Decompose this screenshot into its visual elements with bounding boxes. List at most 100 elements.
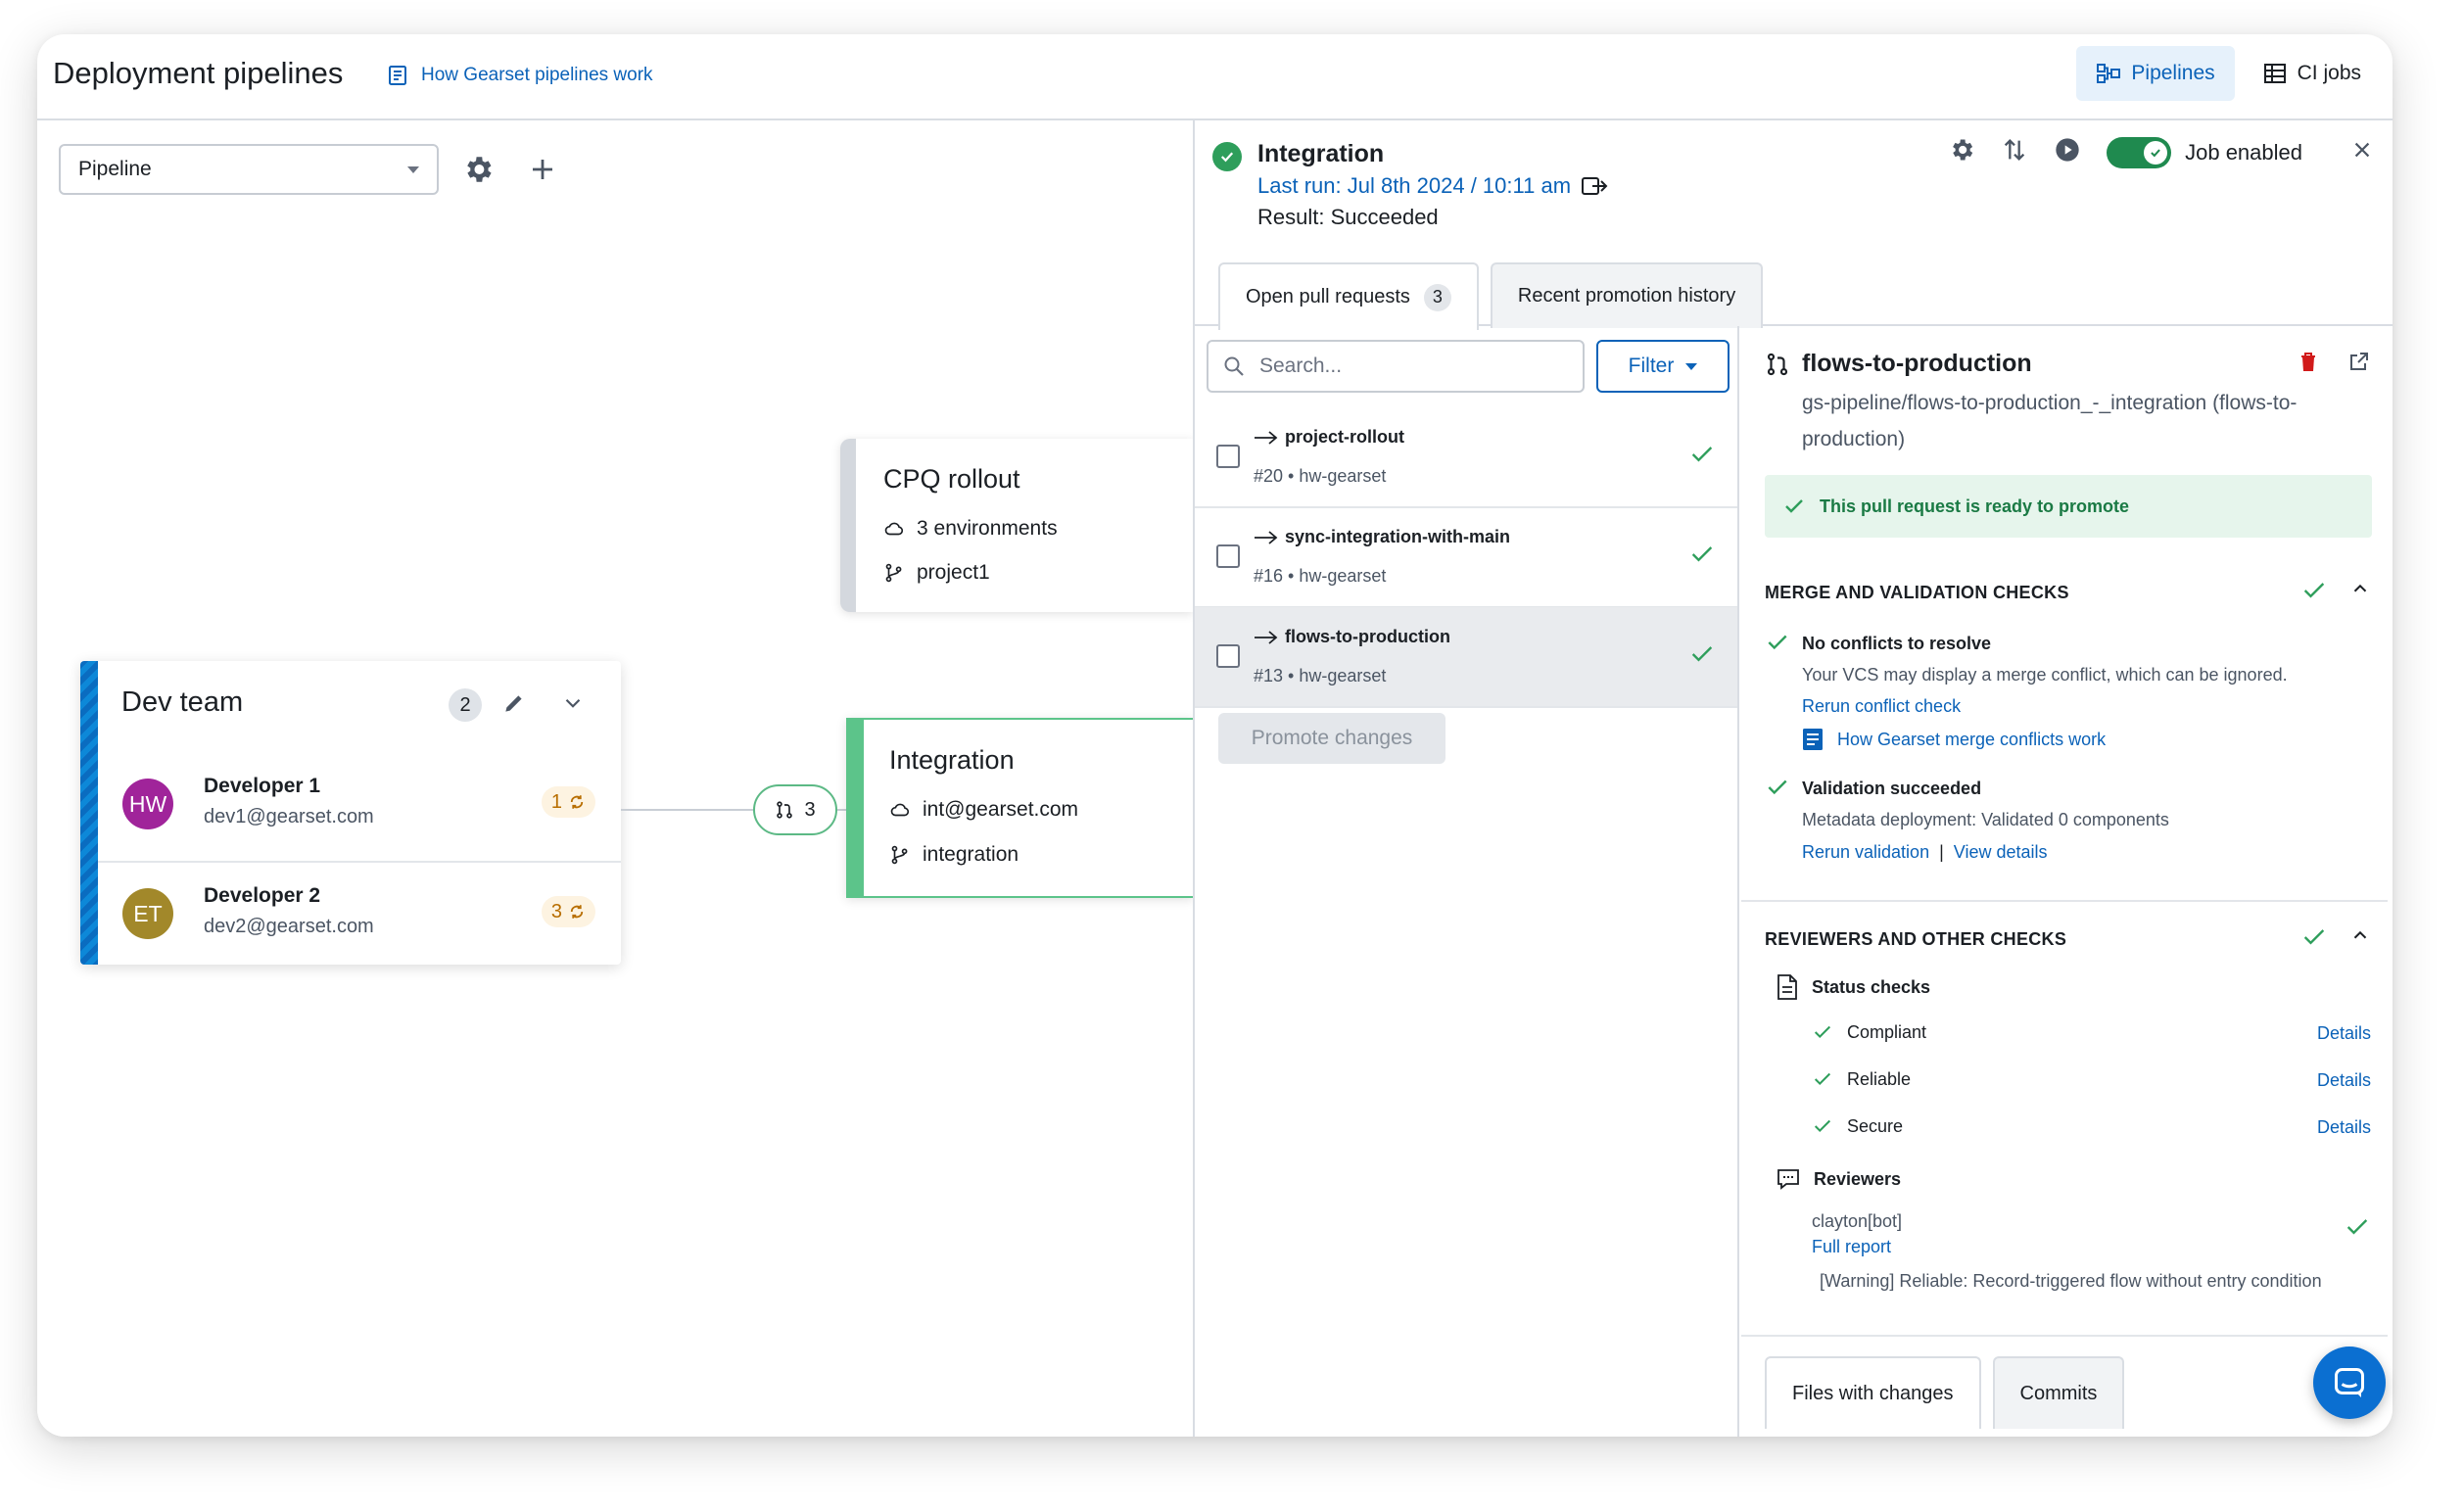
run-button[interactable]	[2054, 136, 2081, 168]
status-checks-header: Status checks	[1777, 974, 1930, 1000]
cpq-rollout-node[interactable]: CPQ rollout 3 environments project1	[840, 439, 1193, 612]
developer-row[interactable]: ET Developer 2 dev2@gearset.com 3	[98, 865, 621, 965]
pipelines-view-button[interactable]: Pipelines	[2076, 46, 2235, 101]
full-report-link[interactable]: Full report	[1812, 1237, 1891, 1257]
filter-label: Filter	[1628, 354, 1675, 377]
cpq-node-title: CPQ rollout	[883, 464, 1020, 494]
app-window: Deployment pipelines How Gearset pipelin…	[37, 34, 2393, 1437]
delete-button[interactable]	[2297, 350, 2320, 380]
tab-open-pull-requests[interactable]: Open pull requests 3	[1218, 262, 1479, 330]
promote-changes-button[interactable]: Promote changes	[1218, 713, 1445, 764]
list-item[interactable]: flows-to-production #13 • hw-gearset	[1195, 607, 1737, 708]
reviewers-section-controls	[2300, 923, 2371, 951]
last-run-link[interactable]: Last run: Jul 8th 2024 / 10:11 am	[1257, 173, 1608, 199]
check-icon	[1814, 1072, 1831, 1086]
external-link-icon	[2350, 353, 2368, 370]
chevron-down-icon	[1685, 362, 1698, 370]
pull-request-list: Search... Filter project-rollout #20 • h…	[1195, 326, 1739, 1437]
merge-section-title: MERGE AND VALIDATION CHECKS	[1765, 583, 2069, 602]
developer-name: Developer 1	[204, 775, 321, 797]
integration-branch: integration	[889, 843, 1019, 867]
comment-icon	[1777, 1169, 1799, 1190]
edit-team-button[interactable]	[501, 690, 527, 721]
status-details-link[interactable]: Details	[2317, 1117, 2371, 1138]
pull-request-count: 3	[804, 798, 816, 821]
pr-checkbox[interactable]	[1216, 445, 1240, 468]
pr-checkbox[interactable]	[1216, 544, 1240, 568]
job-enabled-label: Job enabled	[2185, 139, 2302, 165]
list-item[interactable]: sync-integration-with-main #16 • hw-gear…	[1195, 507, 1737, 608]
developer-name: Developer 2	[204, 884, 321, 907]
check-icon	[1814, 1025, 1831, 1039]
chat-support-button[interactable]	[2313, 1347, 2386, 1419]
add-button[interactable]	[523, 150, 562, 189]
chevron-down-icon	[565, 698, 581, 708]
gear-icon	[467, 157, 492, 182]
developer-row[interactable]: HW Developer 1 dev1@gearset.com 1	[98, 755, 621, 863]
reviewers-header: Reviewers	[1777, 1168, 1901, 1190]
run-result: Result: Succeeded	[1257, 205, 1439, 229]
pr-checkbox[interactable]	[1216, 644, 1240, 668]
ci-jobs-view-button[interactable]: CI jobs	[2243, 46, 2381, 101]
cpq-environments-label: 3 environments	[917, 517, 1058, 540]
dev-team-node[interactable]: Dev team 2 HW Developer 1 dev1@gearset.c…	[80, 661, 621, 965]
section-divider	[1741, 1335, 2388, 1337]
ready-banner: This pull request is ready to promote	[1765, 475, 2372, 538]
open-external-button[interactable]	[2347, 350, 2371, 380]
merge-section-controls	[2300, 577, 2371, 604]
tab-label: Open pull requests	[1246, 286, 1410, 307]
arrow-right-icon	[1255, 430, 1278, 445]
help-link-label: How Gearset pipelines work	[421, 65, 653, 85]
panel-settings-button[interactable]	[1948, 136, 1975, 168]
pr-detail-branch: gs-pipeline/flows-to-production_-_integr…	[1802, 392, 2298, 450]
link-separator: |	[1939, 842, 1944, 862]
sync-badge[interactable]: 1	[541, 786, 595, 818]
sort-button[interactable]	[2001, 136, 2028, 168]
settings-button[interactable]	[458, 150, 498, 189]
collapse-merge-button[interactable]	[2349, 578, 2371, 604]
no-conflicts-title: No conflicts to resolve	[1802, 634, 1992, 653]
reviewers-label: Reviewers	[1814, 1168, 1902, 1189]
sync-badge[interactable]: 3	[541, 896, 595, 927]
list-item[interactable]: project-rollout #20 • hw-gearset	[1195, 407, 1737, 508]
last-run-label: Last run: Jul 8th 2024 / 10:11 am	[1257, 173, 1572, 198]
filter-button[interactable]: Filter	[1596, 340, 1730, 393]
panel-header: Integration Last run: Jul 8th 2024 / 10:…	[1195, 120, 2393, 330]
rerun-validation-link[interactable]: Rerun validation	[1802, 842, 1929, 863]
panel-tools: Job enabled	[1948, 136, 2373, 168]
tab-promotion-history[interactable]: Recent promotion history	[1490, 262, 1764, 328]
collapse-reviewers-button[interactable]	[2349, 924, 2371, 951]
cloud-icon	[884, 522, 904, 536]
merge-doc-link[interactable]: How Gearset merge conflicts work	[1802, 728, 2106, 751]
branch-icon	[891, 845, 908, 865]
validation-text: Metadata deployment: Validated 0 compone…	[1802, 810, 2169, 829]
view-details-link[interactable]: View details	[1954, 842, 2048, 863]
search-input[interactable]: Search...	[1207, 340, 1585, 393]
status-check-label: Compliant	[1847, 1021, 1927, 1042]
integration-node[interactable]: Integration int@gearset.com integration	[846, 718, 1193, 898]
tab-commits[interactable]: Commits	[1992, 1356, 2125, 1429]
tab-files-with-changes[interactable]: Files with changes	[1765, 1356, 1981, 1429]
toggle-switch[interactable]	[2107, 136, 2172, 168]
job-enabled-toggle[interactable]: Job enabled	[2107, 136, 2302, 168]
reviewer-name: clayton[bot]	[1812, 1211, 1903, 1231]
help-link[interactable]: How Gearset pipelines work	[386, 64, 653, 87]
status-details-link[interactable]: Details	[2317, 1023, 2371, 1044]
cloud-icon	[890, 803, 910, 817]
pipeline-select[interactable]: Pipeline	[59, 144, 439, 195]
pr-name-label: sync-integration-with-main	[1285, 527, 1511, 546]
integration-branch-label: integration	[923, 843, 1019, 866]
status-details-link[interactable]: Details	[2317, 1070, 2371, 1091]
sort-arrows-icon	[2004, 139, 2025, 161]
validation-title: Validation succeeded	[1802, 779, 1982, 798]
exit-icon	[1582, 177, 1608, 195]
pr-detail-title: flows-to-production	[1802, 350, 2032, 377]
cpq-branch-label: project1	[917, 561, 990, 584]
close-panel-button[interactable]	[2351, 139, 2373, 165]
tab-count-badge: 3	[1423, 283, 1451, 311]
expand-team-button[interactable]	[560, 690, 586, 721]
pencil-icon	[505, 695, 522, 712]
rerun-conflict-link[interactable]: Rerun conflict check	[1802, 696, 1961, 717]
pull-request-bubble[interactable]: 3	[753, 784, 837, 835]
pr-meta: #13 • hw-gearset	[1254, 666, 1387, 685]
